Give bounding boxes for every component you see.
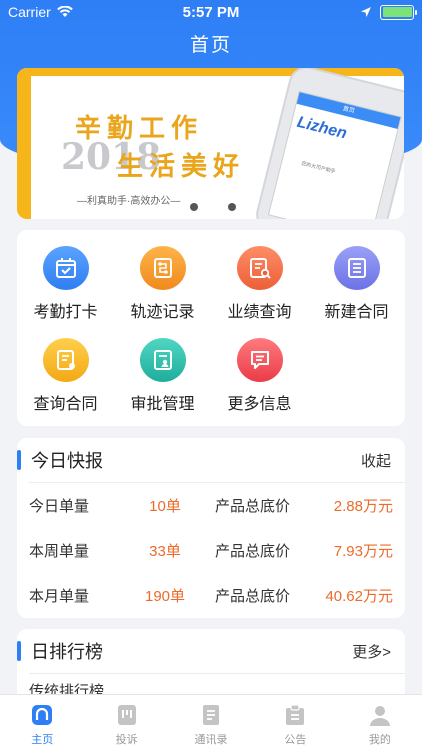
menu-item-track[interactable]: 轨迹记录 [114, 230, 211, 322]
tab-label: 主页 [31, 734, 54, 746]
phone-screen: 首页 [267, 90, 402, 219]
menu-item-new-contract[interactable]: 新建合同 [308, 230, 405, 322]
report-rows: 今日单量 10单 产品总底价 2.88万元 本周单量 33单 产品总底价 7.9… [17, 483, 405, 618]
route-icon [139, 246, 186, 290]
menu-item-label: 更多信息 [227, 396, 292, 413]
tab-contacts[interactable]: 通讯录 [169, 695, 253, 750]
battery-icon [380, 4, 417, 20]
document-edit-icon [42, 338, 89, 382]
tab-label: 投诉 [115, 734, 138, 746]
quick-menu-card: 考勤打卡 轨迹记录 业绩查询 新建合同 查询合同 审批管理 更多信息 [17, 230, 405, 426]
menu-item-attendance[interactable]: 考勤打卡 [17, 230, 114, 322]
menu-item-approval[interactable]: 审批管理 [114, 322, 211, 414]
tab-profile[interactable]: 我的 [338, 695, 422, 750]
report-header: 今日快报 收起 [17, 438, 405, 482]
ranking-title: 日排行榜 [31, 642, 103, 662]
menu-item-label: 考勤打卡 [33, 304, 98, 321]
banner-slogan-line2: 生活美好 [117, 152, 246, 182]
banner-top-strip [17, 68, 404, 76]
home-icon [32, 705, 53, 725]
row-count: 10单 [149, 498, 181, 515]
banner-pagination [190, 203, 236, 211]
row-count: 190单 [144, 588, 186, 605]
menu-item-query-contract[interactable]: 查询合同 [17, 322, 114, 414]
tab-complaint[interactable]: 投诉 [84, 695, 168, 750]
page-title: 首页 [189, 35, 232, 56]
section-accent-bar [17, 450, 21, 470]
menu-item-label: 新建合同 [324, 304, 389, 321]
row-label: 本月单量 [29, 588, 90, 605]
pagination-dot[interactable] [190, 203, 198, 211]
row-label: 今日单量 [29, 498, 90, 515]
contacts-icon [203, 705, 220, 725]
row-price: 7.93万元 [333, 543, 393, 560]
menu-item-label: 业绩查询 [227, 304, 292, 321]
table-row: 本周单量 33单 产品总底价 7.93万元 [29, 528, 393, 573]
pagination-dot[interactable] [228, 203, 236, 211]
table-row: 今日单量 10单 产品总底价 2.88万元 [29, 483, 393, 528]
tab-home[interactable]: 主页 [0, 695, 84, 750]
section-accent-bar [17, 641, 21, 661]
quick-menu-grid: 考勤打卡 轨迹记录 业绩查询 新建合同 查询合同 审批管理 更多信息 [17, 230, 405, 414]
banner-left-strip [17, 68, 31, 219]
promo-banner[interactable]: 辛勤工作 2018 生活美好 —利真助手·高效办公— 首页 Lizhen 您的大… [17, 68, 404, 219]
profile-icon [369, 706, 390, 726]
ranking-header: 日排行榜 更多> [17, 629, 405, 673]
row-price-label: 产品总底价 [215, 588, 291, 605]
chart-search-icon [236, 246, 283, 290]
row-price: 40.62万元 [325, 588, 393, 605]
tab-label: 通讯录 [194, 734, 228, 746]
more-ranking-link[interactable]: 更多> [352, 641, 391, 662]
menu-item-more-info[interactable]: 更多信息 [211, 322, 308, 414]
row-price-label: 产品总底价 [215, 498, 291, 515]
report-title: 今日快报 [31, 451, 103, 471]
bottom-tab-bar: 主页 投诉 通讯录 公告 我的 [0, 694, 422, 750]
tab-label: 公告 [284, 734, 307, 746]
collapse-button[interactable]: 收起 [361, 450, 391, 471]
document-list-icon [333, 246, 380, 290]
menu-item-performance[interactable]: 业绩查询 [211, 230, 308, 322]
complaint-icon [117, 705, 136, 725]
row-price-label: 产品总底价 [215, 543, 291, 560]
phone-mockup: 首页 Lizhen 您的大司户助手 [252, 68, 404, 219]
row-price: 2.88万元 [333, 498, 393, 515]
status-time: 5:57 PM [182, 3, 240, 21]
notice-icon [286, 704, 305, 725]
menu-item-label: 轨迹记录 [130, 304, 195, 321]
message-icon [236, 338, 283, 382]
status-bar: Carrier 5:57 PM [0, 0, 422, 24]
menu-item-label: 审批管理 [130, 396, 195, 413]
row-count: 33单 [149, 543, 181, 560]
row-label: 本周单量 [29, 543, 90, 560]
banner-tagline: —利真助手·高效办公— [77, 196, 181, 207]
calendar-check-icon [42, 246, 89, 290]
tab-label: 我的 [368, 734, 391, 746]
user-document-icon [139, 338, 186, 382]
daily-report-card: 今日快报 收起 今日单量 10单 产品总底价 2.88万元 本周单量 33单 产… [17, 438, 405, 618]
tab-notice[interactable]: 公告 [253, 695, 337, 750]
table-row: 本月单量 190单 产品总底价 40.62万元 [29, 573, 393, 618]
menu-item-label: 查询合同 [33, 396, 98, 413]
